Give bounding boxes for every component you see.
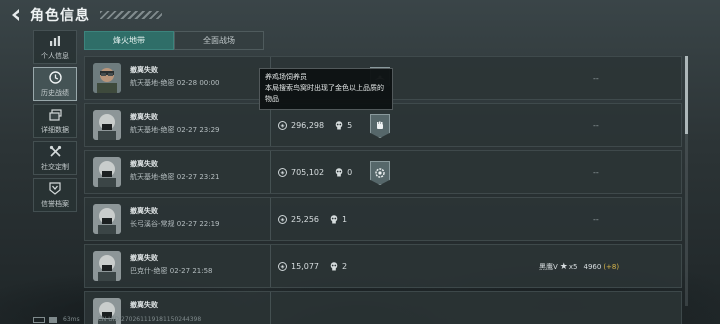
skull-icon xyxy=(329,215,338,224)
match-map-time: 巴克什-绝密 02-27 21:58 xyxy=(130,267,213,275)
match-value: 25,256 xyxy=(291,215,319,224)
match-stats: ◈ 705,102 0 xyxy=(278,168,352,177)
list-item[interactable]: 撤离失败 巴克什-绝密 02-27 21:58 ◈ 15,077 2 黑鹰V ★… xyxy=(84,244,682,288)
divider xyxy=(270,104,271,146)
sidebar-item-label: 社交定制 xyxy=(41,162,69,171)
match-stats: ◈ 15,077 2 xyxy=(278,262,347,271)
match-status: 撤离失败 xyxy=(130,301,158,309)
divider xyxy=(270,151,271,193)
match-map-time: 航天基地-绝密 02-28 00:00 xyxy=(130,79,220,87)
divider xyxy=(270,245,271,287)
rank-label: 黑鹰V xyxy=(539,263,558,271)
match-map-time: 长弓溪谷-常规 02-27 22:19 xyxy=(130,220,220,228)
skull-icon xyxy=(334,168,343,177)
header: 角色信息 xyxy=(0,0,720,30)
sidebar-item-history[interactable]: 历史战绩 xyxy=(33,67,77,101)
match-kills: 0 xyxy=(347,168,353,177)
mode-tabs: 烽火地带 全面战场 xyxy=(84,31,264,50)
list-item[interactable]: 撤离失败 航天基地-绝密 02-27 23:21 ◈ 705,102 0 -- xyxy=(84,150,682,194)
sidebar-item-social[interactable]: 社交定制 xyxy=(33,141,77,175)
stacked-cards-icon xyxy=(48,108,62,122)
rank-score: 4960 xyxy=(583,263,602,271)
sidebar-item-label: 个人信息 xyxy=(41,51,69,60)
ping-readout: 63ms xyxy=(63,316,80,323)
tab-hazard-zone[interactable]: 烽火地带 xyxy=(84,31,174,50)
tools-icon xyxy=(48,145,62,159)
history-clock-icon xyxy=(48,71,62,85)
coin-icon: ◈ xyxy=(278,215,287,224)
match-map-time: 航天基地-绝密 02-27 23:21 xyxy=(130,173,220,181)
coin-icon: ◈ xyxy=(278,262,287,271)
match-kills: 5 xyxy=(347,121,353,130)
match-status: 撤离失败 xyxy=(130,113,158,121)
extraction-value: -- xyxy=(593,215,599,224)
divider xyxy=(270,198,271,240)
rank-info: 黑鹰V ★ x5 4960 (+8) xyxy=(539,262,619,272)
tab-full-battlefield[interactable]: 全面战场 xyxy=(174,31,264,50)
back-arrow-icon[interactable] xyxy=(6,5,26,25)
operator-avatar xyxy=(93,204,121,234)
match-value: 15,077 xyxy=(291,262,319,271)
coin-icon: ◈ xyxy=(278,168,287,177)
sidebar-item-label: 历史战绩 xyxy=(41,88,69,97)
match-map-time: 航天基地-绝密 02-27 23:29 xyxy=(130,126,220,134)
gear-badge-icon[interactable] xyxy=(370,161,390,185)
sidebar-item-label: 详细数据 xyxy=(41,125,69,134)
extraction-value: -- xyxy=(593,74,599,83)
operator-avatar xyxy=(93,110,121,140)
match-status: 撤离失败 xyxy=(130,207,158,215)
sidebar-item-label: 信誉档案 xyxy=(41,199,69,208)
match-status: 撤离失败 xyxy=(130,66,158,74)
scrollbar-thumb[interactable] xyxy=(685,56,688,134)
divider xyxy=(270,292,271,324)
network-icon xyxy=(49,316,57,323)
match-value: 296,298 xyxy=(291,121,325,130)
match-stats: ◈ 25,256 1 xyxy=(278,215,347,224)
bar-chart-icon xyxy=(48,34,62,48)
skull-icon xyxy=(329,262,338,271)
operator-avatar xyxy=(93,63,121,93)
list-item[interactable]: 撤离失败 长弓溪谷-常规 02-27 22:19 ◈ 25,256 1 -- xyxy=(84,197,682,241)
sidebar: 个人信息 历史战绩 详细数据 社交定制 信誉档案 xyxy=(33,30,77,215)
player-uid: CN UID:270261119181150244398 xyxy=(97,316,202,323)
sidebar-item-detailed-data[interactable]: 详细数据 xyxy=(33,104,77,138)
match-stats: ◈ 296,298 5 xyxy=(278,121,352,130)
achievement-tooltip: 养鸡场饲养员 本局搜索鸟窝时出现了金色以上品质的物品 xyxy=(259,68,393,110)
title-decoration xyxy=(100,11,162,19)
sidebar-item-reputation[interactable]: 信誉档案 xyxy=(33,178,77,212)
star-icon: ★ xyxy=(559,262,568,272)
shield-chevron-icon xyxy=(48,182,62,196)
rank-stars: x5 xyxy=(568,263,578,271)
extraction-value: -- xyxy=(593,168,599,177)
match-kills: 2 xyxy=(342,262,348,271)
tooltip-body: 本局搜索鸟窝时出现了金色以上品质的物品 xyxy=(265,84,384,103)
coin-icon: ◈ xyxy=(278,121,287,130)
fist-badge-icon[interactable] xyxy=(370,114,390,138)
rank-delta: (+8) xyxy=(603,263,620,271)
match-value: 705,102 xyxy=(291,168,325,177)
battery-icon xyxy=(33,316,45,323)
match-status: 撤离失败 xyxy=(130,160,158,168)
operator-avatar xyxy=(93,157,121,187)
operator-avatar xyxy=(93,251,121,281)
skull-icon xyxy=(334,121,343,130)
sidebar-item-personal-info[interactable]: 个人信息 xyxy=(33,30,77,64)
status-footer: 63ms CN UID:270261119181150244398 xyxy=(33,316,201,323)
extraction-value: -- xyxy=(593,121,599,130)
match-status: 撤离失败 xyxy=(130,254,158,262)
tooltip-title: 养鸡场饲养员 xyxy=(265,73,307,81)
page-title: 角色信息 xyxy=(30,8,90,24)
match-kills: 1 xyxy=(342,215,348,224)
